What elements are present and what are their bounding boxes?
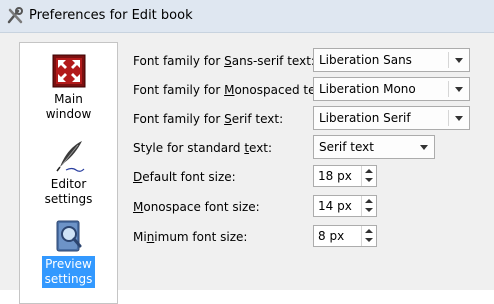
- default-font-size-spinbox[interactable]: 18 px: [313, 165, 377, 187]
- spin-up-icon[interactable]: [365, 229, 373, 233]
- category-sidebar: Main window Editor settings Preview sett…: [19, 42, 118, 304]
- chevron-down-icon[interactable]: [455, 87, 463, 92]
- spin-buttons: [361, 166, 376, 186]
- monospaced-font-value: Liberation Mono: [319, 82, 416, 96]
- sidebar-item-label: Preview settings: [41, 256, 96, 288]
- spin-down-icon[interactable]: [365, 178, 373, 182]
- spin-up-icon[interactable]: [365, 169, 373, 173]
- sidebar-item-preview-settings[interactable]: Preview settings: [20, 219, 117, 288]
- preferences-client-area: Main window Editor settings Preview sett…: [0, 33, 494, 304]
- dropdown-separator: [448, 110, 449, 126]
- spin-down-icon[interactable]: [365, 238, 373, 242]
- minimum-font-size-spinbox[interactable]: 8 px: [313, 225, 377, 247]
- standard-text-style-select[interactable]: Serif text: [313, 135, 435, 159]
- chevron-down-icon[interactable]: [420, 145, 428, 150]
- quill-pen-icon: [55, 141, 84, 172]
- tools-icon: [7, 7, 23, 24]
- monospaced-font-label: Font family for Monospaced text:: [133, 83, 332, 97]
- monospace-font-size-spinbox[interactable]: 14 px: [313, 195, 377, 217]
- default-font-size-label: Default font size:: [133, 170, 236, 184]
- sidebar-item-label: Editor settings: [44, 177, 93, 206]
- dropdown-separator: [448, 52, 449, 68]
- title-bar: Preferences for Edit book: [0, 0, 494, 33]
- monospace-font-size-value: 14 px: [318, 199, 352, 213]
- sans-serif-font-label: Font family for Sans-serif text:: [133, 54, 315, 68]
- monospaced-font-select[interactable]: Liberation Mono: [313, 77, 470, 101]
- standard-text-style-value: Serif text: [319, 140, 374, 154]
- spin-down-icon[interactable]: [365, 208, 373, 212]
- dropdown-separator: [448, 81, 449, 97]
- sans-serif-font-value: Liberation Sans: [319, 53, 412, 67]
- minimum-font-size-value: 8 px: [318, 229, 345, 243]
- chevron-down-icon[interactable]: [455, 58, 463, 63]
- standard-text-style-label: Style for standard text:: [133, 141, 273, 155]
- sidebar-item-main-window[interactable]: Main window: [20, 54, 117, 123]
- serif-font-select[interactable]: Liberation Serif: [313, 106, 470, 130]
- chevron-down-icon[interactable]: [455, 116, 463, 121]
- book-magnifier-icon: [56, 220, 81, 252]
- minimum-font-size-label: Minimum font size:: [133, 230, 248, 244]
- spin-up-icon[interactable]: [365, 199, 373, 203]
- fullscreen-arrows-icon: [52, 54, 85, 88]
- sidebar-item-editor-settings[interactable]: Editor settings: [20, 139, 117, 208]
- default-font-size-value: 18 px: [318, 169, 352, 183]
- sidebar-item-label: Main window: [45, 92, 92, 121]
- spin-buttons: [361, 196, 376, 216]
- monospace-font-size-label: Monospace font size:: [133, 200, 260, 214]
- window-title: Preferences for Edit book: [29, 8, 193, 23]
- spin-buttons: [361, 226, 376, 246]
- serif-font-label: Font family for Serif text:: [133, 112, 284, 126]
- sans-serif-font-select[interactable]: Liberation Sans: [313, 48, 470, 72]
- serif-font-value: Liberation Serif: [319, 111, 411, 125]
